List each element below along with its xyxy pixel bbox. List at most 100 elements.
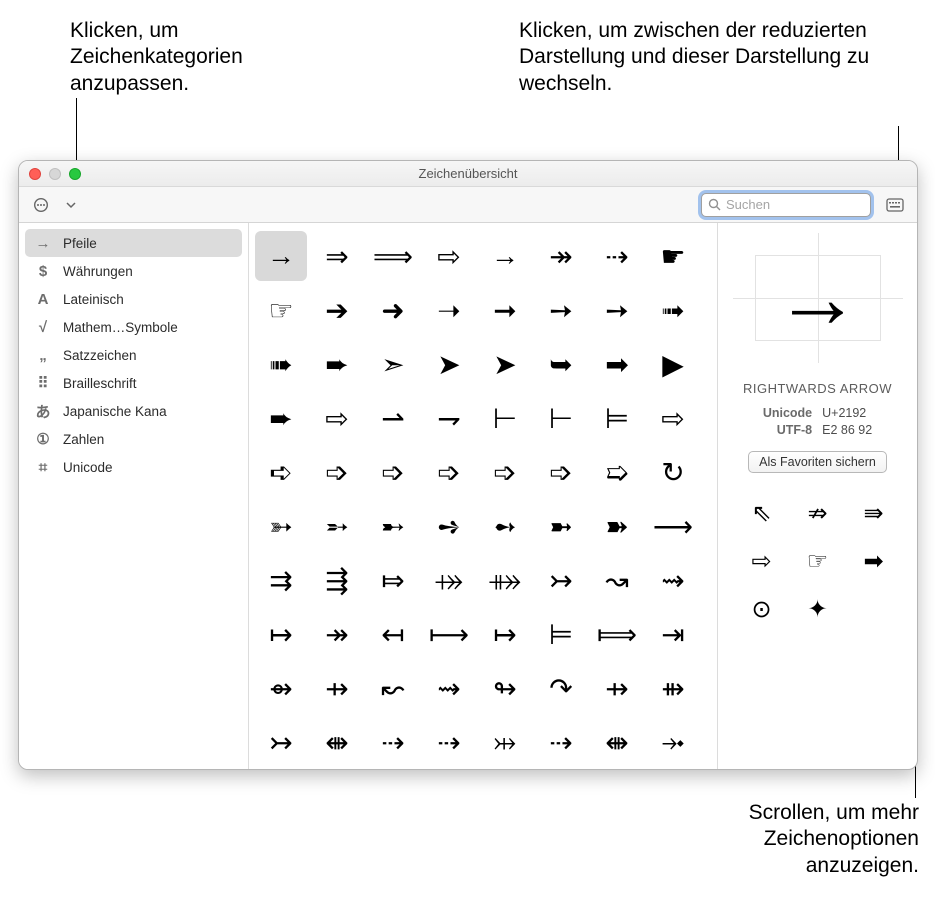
char-cell[interactable]: ➤ <box>479 339 531 389</box>
char-cell[interactable]: ↝ <box>591 555 643 605</box>
char-cell[interactable]: ➨ <box>311 339 363 389</box>
window-zoom-button[interactable] <box>69 168 81 180</box>
char-cell[interactable]: ⇼ <box>311 717 363 767</box>
char-cell[interactable]: ➙ <box>535 285 587 335</box>
char-cell[interactable]: ⇸ <box>591 663 643 713</box>
window-close-button[interactable] <box>29 168 41 180</box>
char-cell[interactable]: ⇻ <box>647 663 699 713</box>
variant-cell[interactable]: ⇏ <box>792 491 844 535</box>
char-cell[interactable]: ➩ <box>535 447 587 497</box>
char-cell[interactable]: ⊢ <box>535 393 587 443</box>
char-cell[interactable]: ➺ <box>423 501 475 551</box>
char-cell[interactable]: ➵ <box>311 501 363 551</box>
char-cell[interactable]: ➨ <box>255 393 307 443</box>
char-cell[interactable]: ⇁ <box>423 393 475 443</box>
char-cell[interactable]: ⊨ <box>591 393 643 443</box>
char-cell[interactable]: ⤁ <box>479 555 531 605</box>
char-cell[interactable]: ⤇ <box>367 555 419 605</box>
character-grid-area[interactable]: →⇒⟹⇨→↠⇢☛☞➔➜➝➞➙➙➟➠➨➣➤➤➥➡▶➨⇨⇀⇁⊢⊢⊨⇨➪➩➩➩➩➩➯↻… <box>249 223 717 769</box>
variant-cell[interactable]: ⇛ <box>848 491 900 535</box>
char-cell[interactable]: ↣ <box>535 555 587 605</box>
variant-cell[interactable]: ✦ <box>792 587 844 631</box>
char-cell[interactable]: ➥ <box>535 339 587 389</box>
sidebar-item-0[interactable]: →Pfeile <box>25 229 242 257</box>
sidebar-item-5[interactable]: ⠿Brailleschrift <box>19 369 248 397</box>
char-cell[interactable]: ↬ <box>479 663 531 713</box>
char-cell[interactable]: ➞ <box>479 285 531 335</box>
char-cell[interactable]: ⇢ <box>591 231 643 281</box>
char-cell[interactable]: ➩ <box>367 447 419 497</box>
sidebar-item-1[interactable]: $Währungen <box>19 257 248 285</box>
char-cell[interactable]: ⇴ <box>255 663 307 713</box>
char-cell[interactable]: ➳ <box>255 501 307 551</box>
toggle-view-button[interactable] <box>883 194 907 216</box>
char-cell[interactable]: ↦ <box>255 609 307 659</box>
char-cell[interactable]: ↷ <box>535 663 587 713</box>
char-cell[interactable]: ⇢ <box>423 717 475 767</box>
char-cell[interactable]: ↣ <box>255 717 307 767</box>
sidebar-item-2[interactable]: ALateinisch <box>19 285 248 313</box>
variant-cell[interactable]: ⇖ <box>736 491 788 535</box>
char-cell[interactable]: → <box>479 231 531 281</box>
char-cell[interactable]: ☞ <box>255 285 307 335</box>
add-favorite-button[interactable]: Als Favoriten sichern <box>748 451 887 473</box>
char-cell[interactable]: ⇸ <box>311 663 363 713</box>
variant-cell[interactable]: ⊙ <box>736 587 788 631</box>
char-cell[interactable]: ▶ <box>647 339 699 389</box>
sidebar-item-8[interactable]: ⌗Unicode <box>19 453 248 481</box>
char-cell[interactable]: ⇝ <box>423 663 475 713</box>
variant-cell[interactable]: ➡ <box>848 539 900 583</box>
char-cell[interactable]: ⟶ <box>647 501 699 551</box>
char-cell[interactable]: ↤ <box>367 609 419 659</box>
categories-dropdown-button[interactable] <box>59 194 83 216</box>
char-cell[interactable]: → <box>255 231 307 281</box>
char-cell[interactable]: ☛ <box>647 231 699 281</box>
char-cell[interactable]: ⟼ <box>423 609 475 659</box>
char-cell[interactable]: ↠ <box>311 609 363 659</box>
char-cell[interactable]: ⇨ <box>423 231 475 281</box>
char-cell[interactable]: ⇥ <box>647 609 699 659</box>
char-cell[interactable]: ➯ <box>591 447 643 497</box>
char-cell[interactable]: ⇀ <box>367 393 419 443</box>
char-cell[interactable]: ↜ <box>367 663 419 713</box>
char-cell[interactable]: ⟾ <box>591 609 643 659</box>
search-field[interactable] <box>701 193 871 217</box>
variant-cell[interactable]: ☞ <box>792 539 844 583</box>
char-cell[interactable]: ↻ <box>647 447 699 497</box>
char-cell[interactable]: ➪ <box>255 447 307 497</box>
char-cell[interactable]: ➔ <box>311 285 363 335</box>
char-cell[interactable]: ⊨ <box>535 609 587 659</box>
sidebar-item-7[interactable]: ①Zahlen <box>19 425 248 453</box>
char-cell[interactable]: ➼ <box>535 501 587 551</box>
char-cell[interactable]: ↠ <box>535 231 587 281</box>
char-cell[interactable]: ➟ <box>647 285 699 335</box>
char-cell[interactable]: ➽ <box>591 501 643 551</box>
char-cell[interactable]: ➙ <box>591 285 643 335</box>
char-cell[interactable]: ➡ <box>591 339 643 389</box>
char-cell[interactable]: ➸ <box>367 501 419 551</box>
char-cell[interactable]: ⇼ <box>591 717 643 767</box>
sidebar-item-3[interactable]: √Mathem…Symbole <box>19 313 248 341</box>
search-input[interactable] <box>726 197 864 212</box>
char-cell[interactable]: ➠ <box>255 339 307 389</box>
char-cell[interactable]: ⇝ <box>647 555 699 605</box>
category-sidebar[interactable]: →Pfeile$WährungenALateinisch√Mathem…Symb… <box>19 223 249 769</box>
sidebar-item-4[interactable]: „Satzzeichen <box>19 341 248 369</box>
font-variants-grid[interactable]: ⇖⇏⇛⇨☞➡⊙✦ <box>736 491 900 631</box>
char-cell[interactable]: ➩ <box>423 447 475 497</box>
char-cell[interactable]: ➜ <box>367 285 419 335</box>
char-cell[interactable]: ➝ <box>423 285 475 335</box>
char-cell[interactable]: ➤ <box>423 339 475 389</box>
categories-settings-button[interactable] <box>29 194 53 216</box>
char-cell[interactable]: ⇒ <box>311 231 363 281</box>
char-cell[interactable]: ⟹ <box>367 231 419 281</box>
char-cell[interactable]: ⊢ <box>479 393 531 443</box>
char-cell[interactable]: ↦ <box>479 609 531 659</box>
char-cell[interactable]: ⤔ <box>479 717 531 767</box>
char-cell[interactable]: ⤀ <box>423 555 475 605</box>
char-cell[interactable]: ➩ <box>311 447 363 497</box>
char-cell[interactable]: ⇢ <box>535 717 587 767</box>
sidebar-item-6[interactable]: あJapanische Kana <box>19 397 248 425</box>
window-minimize-button[interactable] <box>49 168 61 180</box>
char-cell[interactable]: ⇢ <box>367 717 419 767</box>
